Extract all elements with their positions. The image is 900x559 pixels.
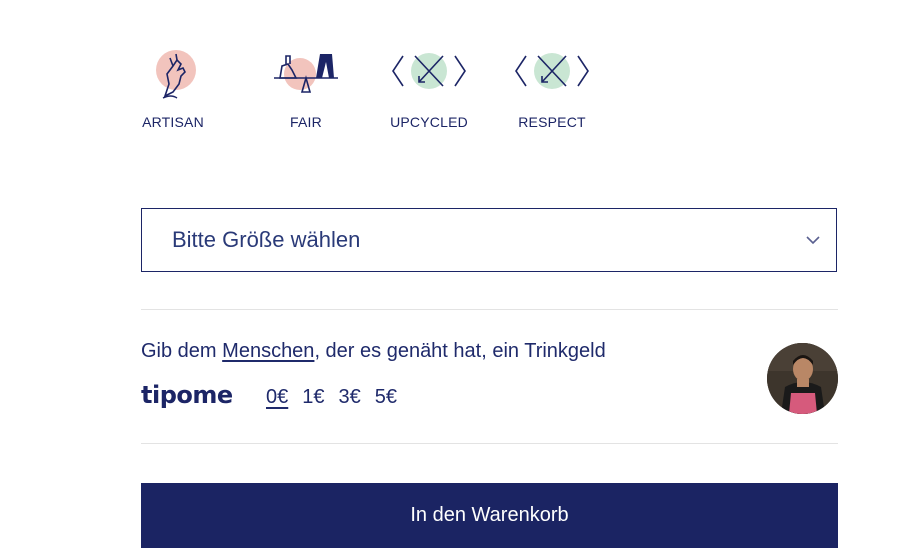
value-badges: ARTISAN FAIR UPCYCLED RESPECT <box>141 44 641 144</box>
tip-amount-option[interactable]: 0€ <box>266 386 288 408</box>
tip-text-before: Gib dem <box>141 340 223 362</box>
badge-artisan: ARTISAN <box>123 44 223 144</box>
maker-photo <box>767 343 838 414</box>
tip-amount-option[interactable]: 3€ <box>339 386 361 408</box>
add-to-cart-button[interactable]: In den Warenkorb <box>141 483 838 548</box>
divider <box>141 309 838 310</box>
upcycled-arrows-icon <box>392 53 466 89</box>
artisan-hand-icon <box>156 50 196 99</box>
size-select-value: Bitte Größe wählen <box>172 227 361 252</box>
tip-amount-option[interactable]: 5€ <box>375 386 397 408</box>
badge-label: UPCYCLED <box>390 114 468 130</box>
badge-label: FAIR <box>290 114 322 130</box>
chevron-down-icon <box>806 236 820 245</box>
size-select[interactable]: Bitte Größe wählen <box>141 208 837 272</box>
badge-label: RESPECT <box>518 114 586 130</box>
badge-upcycled: UPCYCLED <box>379 44 479 144</box>
respect-arrows-icon <box>515 53 589 89</box>
badge-label: ARTISAN <box>142 114 204 130</box>
divider <box>141 443 838 444</box>
maker-link[interactable]: Menschen <box>222 340 314 362</box>
tip-amount-option[interactable]: 1€ <box>302 386 324 408</box>
badge-respect: RESPECT <box>502 44 602 144</box>
maker-avatar[interactable] <box>767 343 838 414</box>
badge-fair: FAIR <box>256 44 356 144</box>
tip-text-after: , der es genäht hat, ein Trinkgeld <box>314 340 606 362</box>
tipme-logo: tipome <box>141 381 233 409</box>
tip-amounts: 0€ 1€ 3€ 5€ <box>266 386 411 409</box>
fair-scale-icon <box>274 54 338 93</box>
tip-prompt: Gib dem Menschen, der es genäht hat, ein… <box>141 340 606 363</box>
